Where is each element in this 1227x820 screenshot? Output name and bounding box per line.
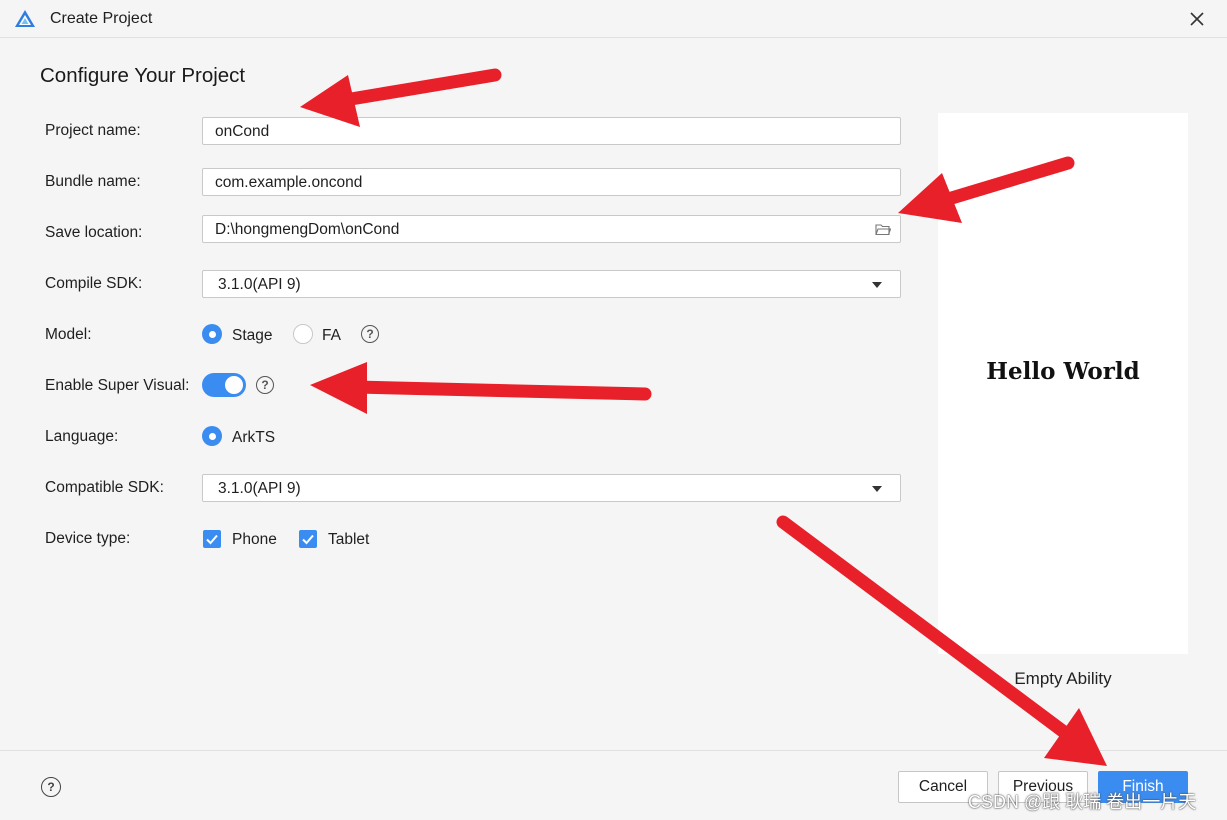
super-visual-label: Enable Super Visual:	[45, 377, 190, 394]
save-location-label: Save location:	[45, 224, 143, 241]
arrow-to-super-visual	[310, 362, 652, 414]
bundle-name-label: Bundle name:	[45, 173, 141, 190]
bundle-name-input[interactable]: com.example.oncond	[202, 168, 901, 196]
project-name-input[interactable]: onCond	[202, 117, 901, 145]
compatible-sdk-select[interactable]: 3.1.0(API 9)	[202, 474, 901, 502]
compile-sdk-select[interactable]: 3.1.0(API 9)	[202, 270, 901, 298]
language-label: Language:	[45, 428, 119, 445]
window-title: Create Project	[50, 10, 153, 27]
preview-hello-text: Hello World	[986, 358, 1140, 385]
title-bar: Create Project	[0, 0, 1227, 38]
page-heading: Configure Your Project	[40, 64, 246, 87]
compile-sdk-value: 3.1.0(API 9)	[218, 276, 301, 293]
compatible-sdk-value: 3.1.0(API 9)	[218, 480, 301, 497]
device-phone-checkbox[interactable]	[203, 530, 221, 548]
checkmark-icon	[206, 534, 218, 545]
language-arkts-radio[interactable]	[202, 426, 222, 446]
model-label: Model:	[45, 326, 92, 343]
footer-help-icon[interactable]: ?	[41, 777, 61, 797]
dropdown-arrow-icon	[872, 486, 882, 492]
compatible-sdk-label: Compatible SDK:	[45, 479, 164, 496]
footer-divider	[0, 750, 1227, 751]
device-phone-label: Phone	[232, 531, 277, 548]
compile-sdk-label: Compile SDK:	[45, 275, 143, 292]
app-logo-icon	[15, 10, 35, 27]
model-help-icon[interactable]: ?	[361, 325, 379, 343]
dropdown-arrow-icon	[872, 282, 882, 288]
watermark: CSDN @跟 耿瑞 卷出一片天	[968, 792, 1197, 812]
model-fa-radio[interactable]	[293, 324, 313, 344]
project-name-value: onCond	[215, 123, 270, 140]
close-button[interactable]	[1184, 6, 1210, 32]
toggle-knob	[225, 376, 243, 394]
template-name: Empty Ability	[1014, 669, 1112, 688]
checkmark-icon	[302, 534, 314, 545]
device-tablet-label: Tablet	[328, 531, 370, 548]
model-stage-radio[interactable]	[202, 324, 222, 344]
device-type-label: Device type:	[45, 530, 131, 547]
folder-icon[interactable]	[875, 223, 891, 236]
save-location-value: D:\hongmengDom\onCond	[215, 221, 400, 238]
close-icon	[1190, 12, 1204, 26]
super-visual-help-icon[interactable]: ?	[256, 376, 274, 394]
save-location-input[interactable]: D:\hongmengDom\onCond	[202, 215, 901, 243]
project-name-label: Project name:	[45, 122, 141, 139]
model-fa-label: FA	[322, 327, 341, 344]
super-visual-toggle[interactable]	[202, 373, 246, 397]
bundle-name-value: com.example.oncond	[215, 174, 363, 191]
device-tablet-checkbox[interactable]	[299, 530, 317, 548]
language-arkts-label: ArkTS	[232, 429, 276, 446]
template-preview: Hello World	[938, 113, 1188, 654]
model-stage-label: Stage	[232, 327, 273, 344]
